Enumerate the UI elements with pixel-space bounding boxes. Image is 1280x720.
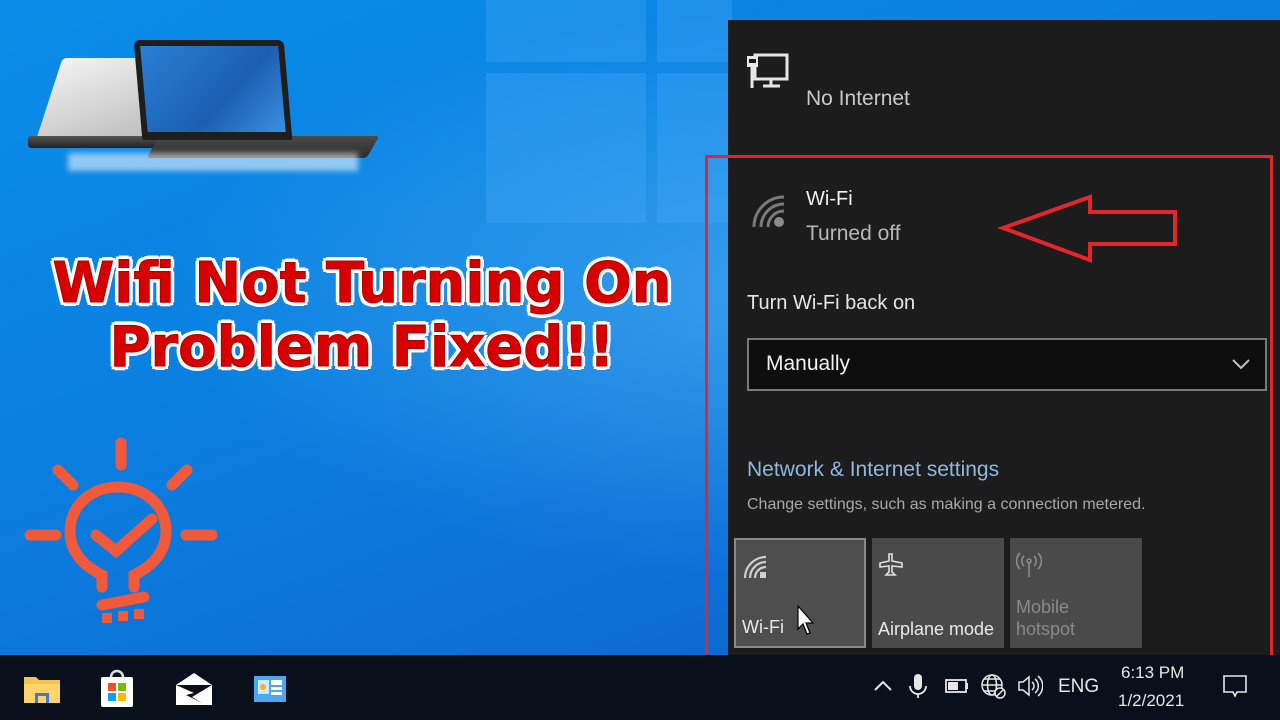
chevron-up-icon[interactable]	[870, 673, 896, 699]
mail-icon[interactable]	[172, 667, 216, 711]
folder-icon[interactable]	[20, 667, 64, 711]
headline-line-2: Problem Fixed!!	[109, 315, 615, 380]
network-internet-settings-link[interactable]: Network & Internet settings	[747, 458, 999, 482]
wallpaper-pane	[657, 73, 732, 223]
clock-time: 6:13 PM	[1121, 663, 1185, 682]
wifi-name: Wi-Fi	[806, 188, 853, 210]
hotspot-label-line-1: Mobile	[1016, 597, 1070, 617]
speaker-icon[interactable]	[1017, 673, 1043, 699]
quick-action-wifi-label: Wi-Fi	[742, 617, 784, 637]
chevron-down-icon	[1232, 359, 1250, 370]
hotspot-label-line-2: hotspot	[1016, 619, 1076, 639]
quick-action-hotspot-label: Mobile hotspot	[1016, 596, 1075, 640]
wifi-icon	[752, 195, 785, 228]
red-arrow-annotation	[997, 194, 1177, 263]
brand-logo: w are.net	[28, 18, 380, 171]
ethernet-monitor-icon	[747, 53, 789, 88]
ethernet-status: No Internet	[806, 87, 910, 110]
turn-wifi-back-on-dropdown[interactable]: Manually	[747, 338, 1267, 391]
store-icon[interactable]	[95, 667, 139, 711]
wallpaper-pane	[486, 0, 646, 62]
turn-wifi-back-on-label: Turn Wi-Fi back on	[747, 292, 916, 314]
headline-line-1: Wifi Not Turning On	[52, 251, 672, 316]
taskbar: ENG 6:13 PM 1/2/2021	[0, 655, 1280, 720]
wallpaper-pane	[486, 73, 646, 223]
quick-action-mobile-hotspot[interactable]: Mobile hotspot	[1010, 538, 1142, 648]
quick-action-airplane-label: Airplane mode	[878, 619, 995, 639]
input-language-indicator[interactable]: ENG	[1058, 676, 1099, 698]
laptop-screen	[133, 40, 293, 140]
hotspot-icon	[1016, 552, 1042, 577]
microphone-icon[interactable]	[905, 673, 931, 699]
control-panel-icon[interactable]	[248, 667, 292, 711]
action-center-icon[interactable]	[1222, 673, 1248, 699]
dropdown-selected-value: Manually	[766, 352, 851, 375]
network-settings-description: Change settings, such as making a connec…	[747, 496, 1146, 513]
battery-icon[interactable]	[944, 673, 970, 699]
lightbulb-check-icon	[24, 437, 218, 623]
network-globe-icon[interactable]	[980, 673, 1006, 699]
wifi-icon	[743, 555, 767, 579]
clock-date: 1/2/2021	[1118, 691, 1185, 710]
mouse-pointer-icon	[797, 605, 815, 635]
airplane-icon	[879, 553, 903, 576]
headline: Wifi Not Turning On Problem Fixed!!	[0, 251, 724, 380]
quick-action-airplane-mode[interactable]: Airplane mode	[872, 538, 1004, 648]
wallpaper-pane	[657, 0, 732, 62]
wifi-status: Turned off	[806, 222, 901, 245]
laptop-reflection	[68, 153, 358, 171]
